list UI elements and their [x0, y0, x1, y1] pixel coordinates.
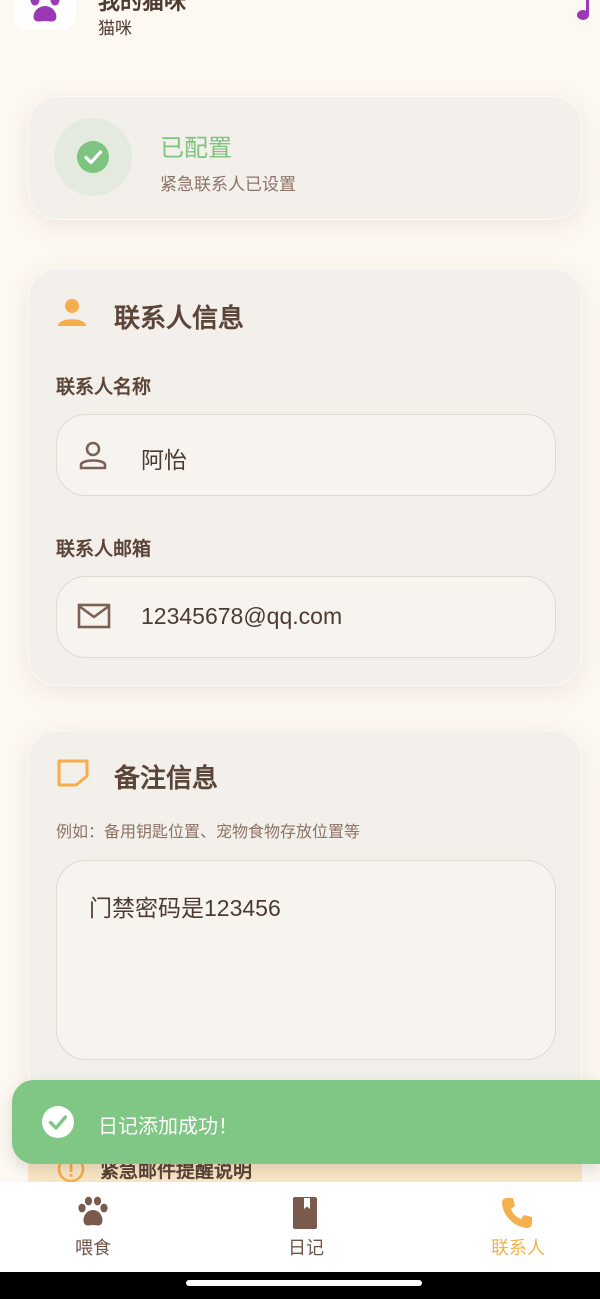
status-title: 已配置 — [160, 135, 232, 162]
nav-label-feeding: 喂食 — [75, 1238, 111, 1258]
status-indicator — [54, 118, 132, 196]
bottom-navigation: 喂食 日记 联系人 — [0, 1182, 600, 1272]
contact-email-label: 联系人邮箱 — [56, 539, 152, 560]
nav-label-diary: 日记 — [288, 1238, 324, 1258]
check-circle-icon — [42, 1106, 74, 1138]
contact-section-title: 联系人信息 — [114, 303, 245, 333]
mail-icon — [77, 603, 111, 629]
toast-message: 日记添加成功！ — [98, 1116, 238, 1138]
book-icon — [293, 1197, 317, 1229]
notes-value: 门禁密码是123456 — [89, 895, 281, 921]
app-header: 我的猫咪 猫咪 — [0, 0, 600, 60]
status-description: 紧急联系人已设置 — [160, 175, 296, 194]
status-card: 已配置 紧急联系人已设置 — [28, 96, 582, 220]
nav-label-contacts: 联系人 — [491, 1238, 545, 1258]
notes-hint: 例如：备用钥匙位置、宠物食物存放位置等 — [56, 824, 361, 841]
nav-item-feeding[interactable]: 喂食 — [33, 1182, 153, 1272]
contact-info-card: 联系人信息 联系人名称 阿怡 联系人邮箱 12345678@qq.com — [28, 268, 582, 686]
contact-email-value: 12345678@qq.com — [141, 603, 343, 629]
app-logo — [14, 0, 76, 30]
person-outline-icon — [79, 441, 107, 470]
notes-textarea[interactable]: 门禁密码是123456 — [56, 860, 556, 1060]
contact-email-field[interactable]: 12345678@qq.com — [56, 576, 556, 658]
notes-card: 备注信息 例如：备用钥匙位置、宠物食物存放位置等 门禁密码是123456 — [28, 730, 582, 1130]
contact-name-label: 联系人名称 — [56, 377, 152, 398]
person-icon — [58, 299, 86, 326]
app-subtitle: 猫咪 — [98, 19, 132, 38]
contact-name-field[interactable]: 阿怡 — [56, 414, 556, 496]
success-toast: 日记添加成功！ — [12, 1080, 600, 1164]
nav-item-diary[interactable]: 日记 — [246, 1182, 366, 1272]
phone-icon — [502, 1198, 532, 1228]
music-note-icon[interactable] — [574, 0, 594, 22]
home-indicator[interactable] — [186, 1280, 422, 1286]
contact-name-value: 阿怡 — [141, 447, 187, 473]
check-circle-icon — [77, 141, 109, 173]
paw-icon — [30, 0, 60, 22]
nav-item-contacts[interactable]: 联系人 — [458, 1182, 578, 1272]
paw-icon — [78, 1196, 108, 1226]
note-icon — [57, 759, 89, 787]
system-navigation-bar — [0, 1272, 600, 1299]
notes-section-title: 备注信息 — [114, 763, 219, 793]
